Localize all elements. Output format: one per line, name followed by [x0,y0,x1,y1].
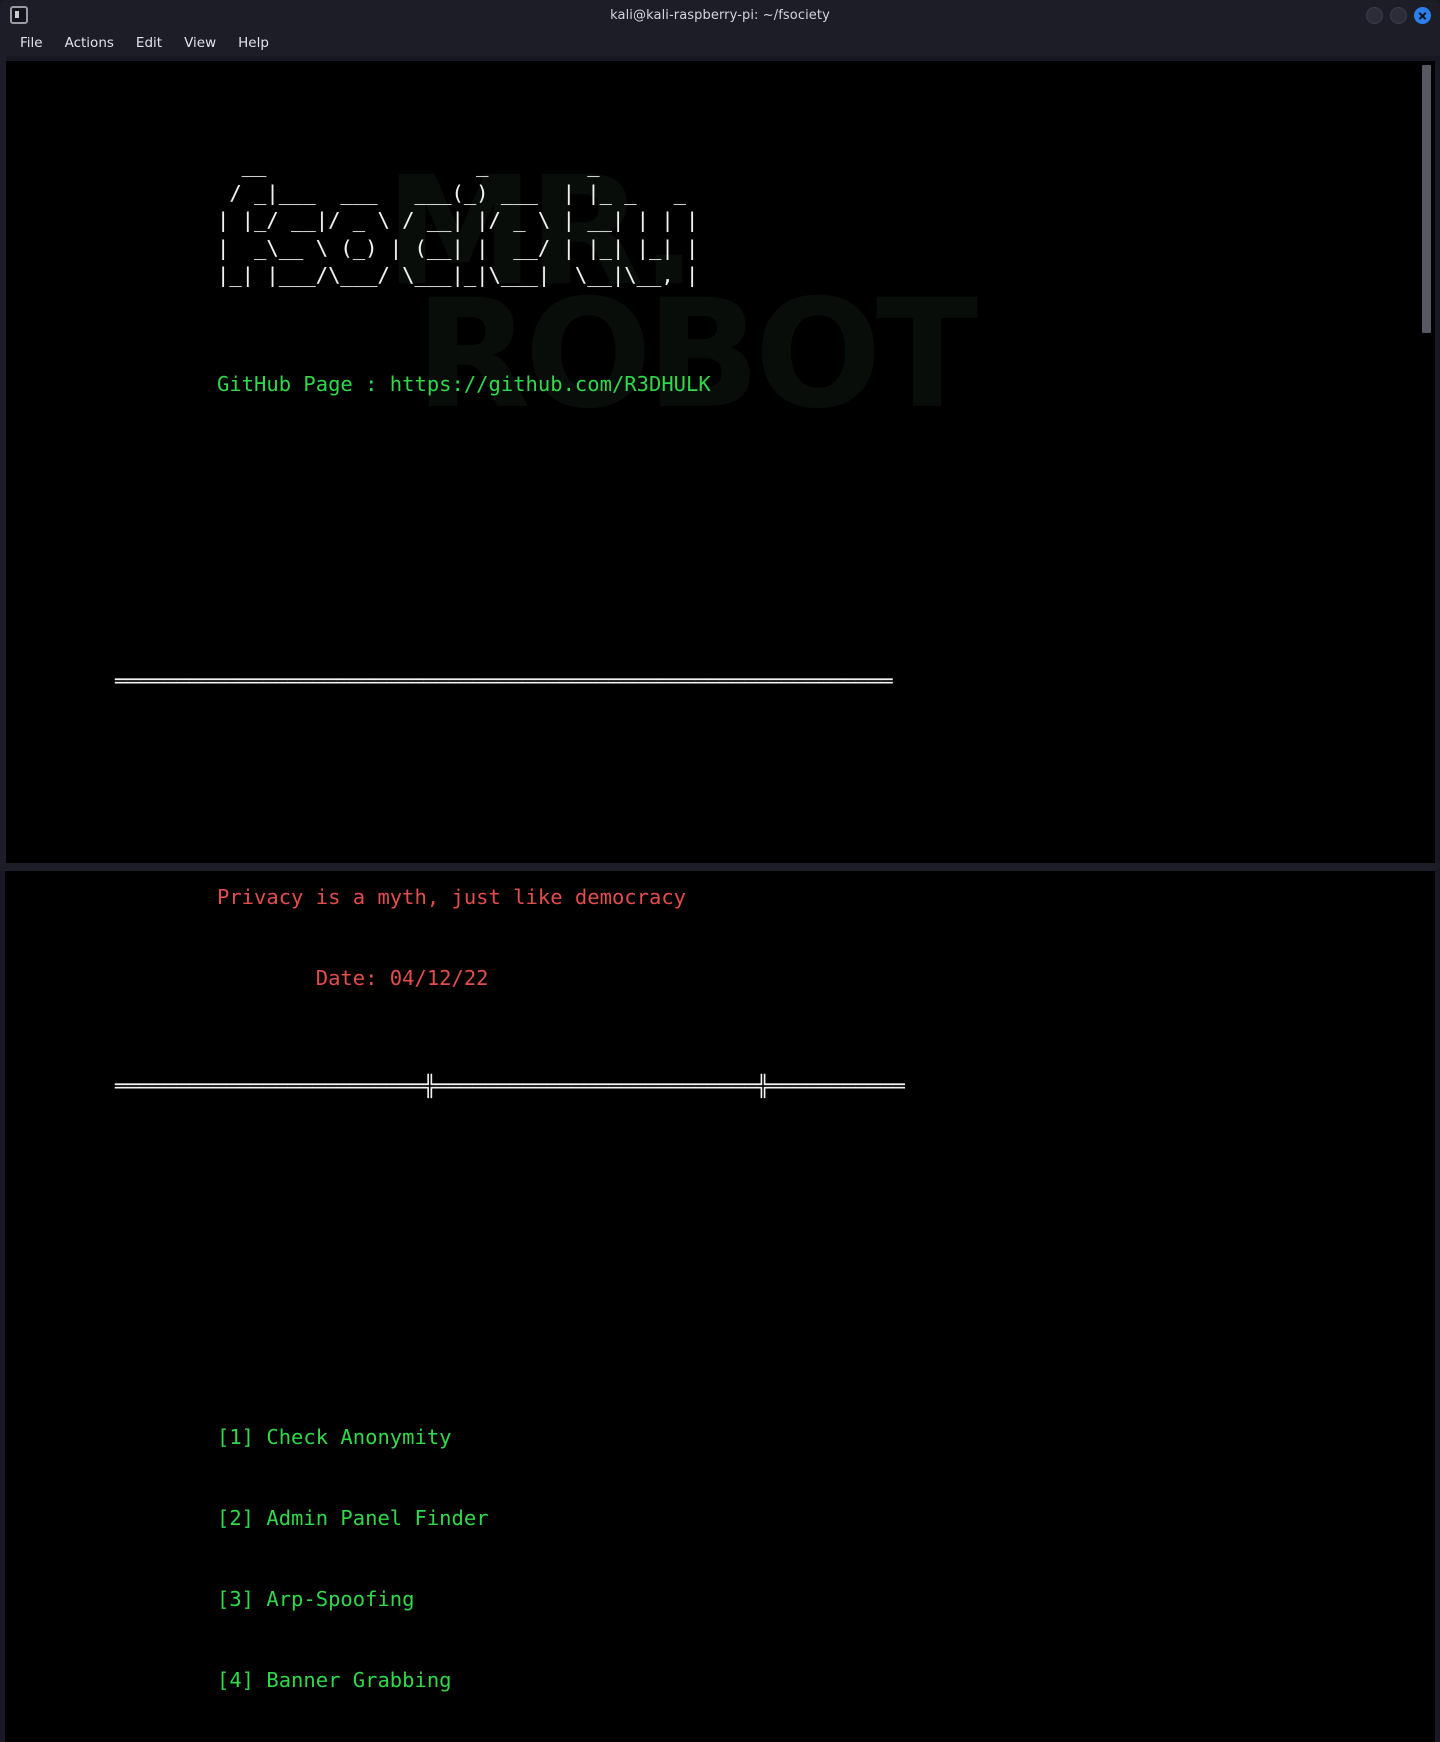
window-border-left [0,56,6,871]
menu-option-3[interactable]: [3] Arp-Spoofing [217,1586,1419,1613]
terminal-window: kali@kali-raspberry-pi: ~/fsociety File … [0,0,1440,871]
terminal-scrollbar-thumb[interactable] [1422,65,1431,333]
ascii-row: | |_/ __|/ _ \ / __| |/ _ \ | __| | | | [217,208,698,232]
terminal-output: __ _ _ / _|___ ___ ___(_) ___ | |_ _ _ |… [5,61,1419,1742]
menu-option-number: [3] [217,1587,254,1611]
menu-edit[interactable]: Edit [128,33,170,53]
tool-menu-list: [1] Check Anonymity [2] Admin Panel Find… [5,1370,1419,1742]
date-line: Date: 04/12/22 [5,965,1419,992]
menu-option-number: [4] [217,1668,254,1692]
menu-option-number: [2] [217,1506,254,1530]
window-titlebar[interactable]: kali@kali-raspberry-pi: ~/fsociety [0,0,1440,30]
separator-top: ════════════════════════════════════════… [5,668,1419,695]
terminal-scrollbar-track[interactable] [1419,61,1435,1742]
window-controls [1366,0,1431,30]
menu-file[interactable]: File [12,33,51,53]
minimize-button[interactable] [1366,7,1383,24]
menu-option-label: Arp-Spoofing [266,1587,414,1611]
menu-option-2[interactable]: [2] Admin Panel Finder [217,1505,1419,1532]
terminal-icon [10,6,28,24]
menu-option-label: Check Anonymity [266,1425,451,1449]
menu-option-1[interactable]: [1] Check Anonymity [217,1424,1419,1451]
menu-actions[interactable]: Actions [57,33,122,53]
ascii-row: |_| |___/\___/ \___|_|\___| \__|\__, | [217,263,698,287]
terminal-frame: MR. ROBOT __ _ _ / _|___ ___ ___(_) ___ … [0,56,1440,1742]
terminal-screen[interactable]: MR. ROBOT __ _ _ / _|___ ___ ___(_) ___ … [5,61,1419,1742]
menu-view[interactable]: View [176,33,224,53]
quote-line: Privacy is a myth, just like democracy [5,884,1419,911]
ascii-row: __ _ _ [217,153,711,177]
github-page-line: GitHub Page : https://github.com/R3DHULK [5,371,1419,398]
menu-option-label: Banner Grabbing [266,1668,451,1692]
close-button[interactable] [1414,7,1431,24]
menu-option-4[interactable]: [4] Banner Grabbing [217,1667,1419,1694]
separator-bottom: ═════════════════════════╬══════════════… [5,1073,1419,1100]
ascii-row: | _\__ \ (_) | (__| | __/ | |_| |_| | [217,236,698,260]
window-border-bottom [0,863,1440,871]
menu-option-label: Admin Panel Finder [266,1506,488,1530]
menu-option-number: [1] [217,1425,254,1449]
menubar: File Actions Edit View Help [0,30,1440,56]
window-title: kali@kali-raspberry-pi: ~/fsociety [0,8,1440,23]
ascii-banner: __ _ _ / _|___ ___ ___(_) ___ | |_ _ _ |… [5,152,1419,290]
ascii-row: / _|___ ___ ___(_) ___ | |_ _ _ [217,181,698,205]
maximize-button[interactable] [1390,7,1407,24]
menu-help[interactable]: Help [230,33,277,53]
